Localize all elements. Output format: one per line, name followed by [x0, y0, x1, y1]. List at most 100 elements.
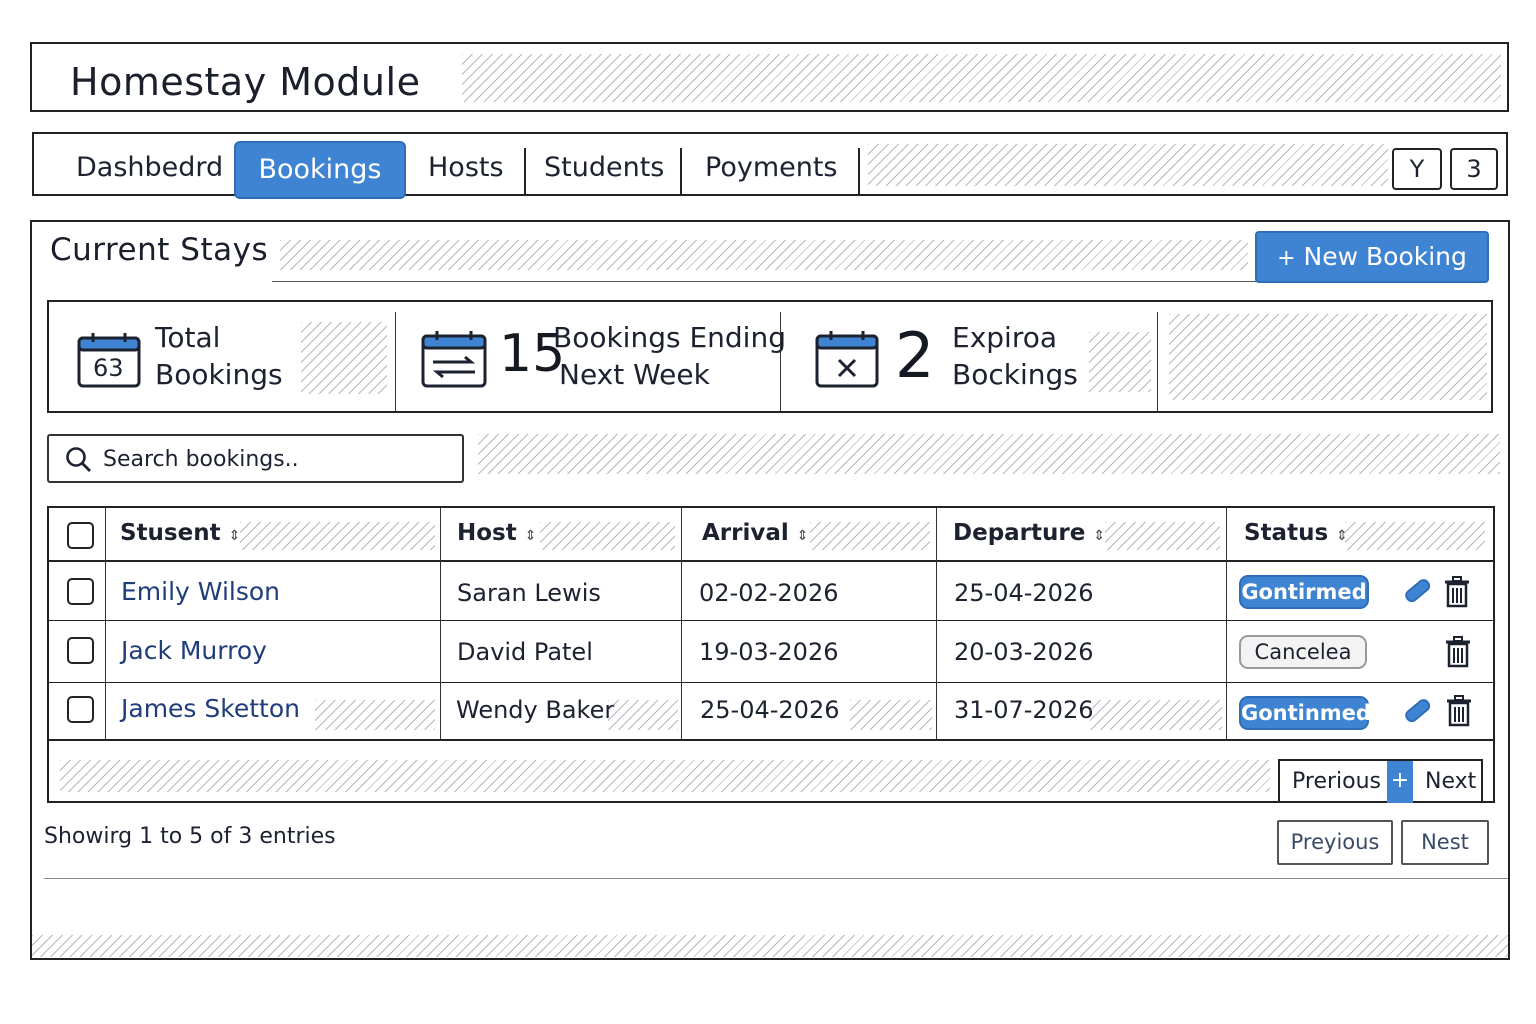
arrival-cell: 02-02-2026 [699, 579, 839, 607]
sort-icon: ⇕ [796, 528, 809, 544]
column-header-student[interactable]: Stusent ⇕ [120, 520, 240, 546]
stats-bar: 63 Total Bookings 15 Bookings Ending Nex… [47, 300, 1493, 413]
row-divider [49, 739, 1493, 741]
arrival-cell: 25-04-2026 [700, 696, 840, 724]
select-all-checkbox[interactable] [67, 522, 94, 549]
next-button[interactable]: Next [1425, 769, 1476, 794]
row-checkbox[interactable] [67, 696, 94, 723]
section-title: Current Stays [50, 232, 269, 268]
departure-cell: 25-04-2026 [954, 579, 1094, 607]
table-pagination: Prerious + Next [1278, 759, 1483, 803]
departure-cell: 31-07-2026 [954, 696, 1094, 724]
tab-divider [680, 148, 682, 194]
status-badge: Gontinmed [1239, 696, 1371, 730]
tab-bar: Dashbedrd Bookings Hosts Students Poymen… [32, 132, 1508, 199]
column-label: Status [1244, 520, 1329, 546]
column-divider [1226, 508, 1227, 740]
column-divider [440, 508, 441, 740]
tab-divider [858, 148, 860, 194]
app-title: Homestay Module [70, 60, 421, 104]
title-hatch-decoration [280, 240, 1248, 270]
row-hatch-decoration [1090, 700, 1222, 730]
new-booking-label: New Booking [1303, 242, 1467, 271]
host-cell: Wendy Baker [456, 696, 615, 724]
filter-button[interactable]: Y [1392, 148, 1442, 190]
app-header: Homestay Module [30, 42, 1509, 112]
edit-icon[interactable] [1402, 696, 1434, 726]
calendar-icon-text: 63 [93, 354, 124, 382]
column-divider [105, 508, 106, 740]
tab-payments[interactable]: Poyments [705, 142, 838, 194]
row-divider [49, 620, 1493, 621]
footer-divider [44, 878, 1508, 879]
header-hatch-decoration [1105, 522, 1220, 550]
column-divider [681, 508, 682, 740]
row-hatch-decoration [608, 700, 678, 730]
departure-cell: 20-03-2026 [954, 638, 1094, 666]
column-header-host[interactable]: Host ⇕ [457, 520, 536, 546]
trash-icon[interactable] [1444, 695, 1474, 727]
stat-ending-label-1: Bookings Ending [553, 321, 786, 354]
stat-divider [780, 312, 781, 412]
row-hatch-decoration [315, 700, 435, 730]
host-cell: David Patel [457, 638, 593, 666]
status-badge: Gontirmed [1239, 575, 1369, 609]
stat-total-label-2: Bookings [155, 358, 283, 391]
header-hatch-decoration [240, 522, 435, 550]
host-cell: Saran Lewis [457, 579, 601, 607]
stat-hatch-decoration [1089, 332, 1151, 392]
stat-ending-label-2: Next Week [559, 358, 710, 391]
stat-hatch-decoration [1169, 314, 1487, 400]
column-label: Arrival [702, 520, 789, 546]
column-divider [936, 508, 937, 740]
page-add-button[interactable]: + [1387, 761, 1413, 803]
edit-icon[interactable] [1402, 576, 1434, 606]
search-box [47, 434, 464, 483]
header-hatch-decoration [462, 54, 1501, 102]
sort-icon: ⇕ [228, 528, 241, 544]
student-name-link[interactable]: Emily Wilson [121, 577, 280, 606]
search-hatch-decoration [478, 434, 1500, 474]
stat-total-label-1: Total [155, 321, 221, 354]
column-label: Stusent [120, 520, 221, 546]
student-name-link[interactable]: Jack Murroy [121, 636, 267, 665]
row-hatch-decoration [850, 700, 932, 730]
tab-divider [524, 148, 526, 194]
column-label: Departure [953, 520, 1086, 546]
trash-icon[interactable] [1442, 576, 1472, 608]
column-label: Host [457, 520, 517, 546]
row-checkbox[interactable] [67, 637, 94, 664]
tab-dashboard[interactable]: Dashbedrd [76, 142, 223, 194]
search-input[interactable] [103, 444, 443, 474]
stat-expired-number: 2 [895, 319, 935, 392]
header-hatch-decoration [540, 522, 675, 550]
column-header-departure[interactable]: Departure ⇕ [953, 520, 1105, 546]
sort-icon: ⇕ [524, 528, 537, 544]
column-header-status[interactable]: Status ⇕ [1244, 520, 1348, 546]
stat-expired-label-2: Bockings [952, 358, 1078, 391]
row-checkbox[interactable] [67, 578, 94, 605]
table-header-divider [49, 560, 1493, 562]
footer-next-button[interactable]: Nest [1401, 820, 1489, 865]
new-booking-button[interactable]: + New Booking [1255, 231, 1489, 283]
stat-divider [395, 312, 396, 412]
previous-button[interactable]: Prerious [1292, 769, 1381, 794]
trash-icon[interactable] [1443, 636, 1473, 668]
entries-info: Showirg 1 to 5 of 3 entries [44, 824, 336, 849]
footer-previous-button[interactable]: Preyious [1277, 820, 1393, 865]
count-button[interactable]: 3 [1450, 148, 1498, 190]
stat-hatch-decoration [301, 322, 387, 394]
header-hatch-decoration [1345, 522, 1485, 550]
header-hatch-decoration [810, 522, 930, 550]
student-name-link[interactable]: James Sketton [121, 694, 300, 723]
tabbar-hatch-decoration [868, 144, 1388, 186]
calendar-x-icon [815, 331, 879, 388]
row-divider [49, 682, 1493, 683]
stat-divider [1157, 312, 1158, 412]
tab-students[interactable]: Students [544, 142, 664, 194]
tab-bookings[interactable]: Bookings [234, 141, 406, 199]
column-header-arrival[interactable]: Arrival ⇕ [702, 520, 809, 546]
search-icon [66, 447, 91, 472]
sort-icon: ⇕ [1093, 528, 1106, 544]
tab-hosts[interactable]: Hosts [428, 142, 504, 194]
